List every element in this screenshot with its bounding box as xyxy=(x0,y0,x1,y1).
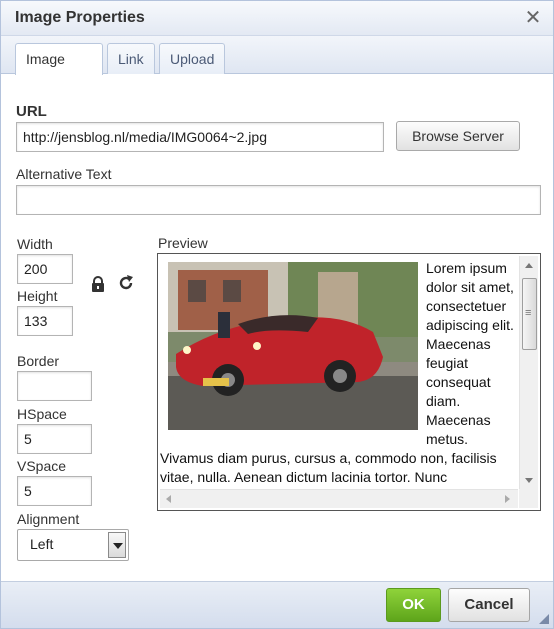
height-label: Height xyxy=(17,288,58,304)
image-properties-dialog: Image Properties ✕ Image Info Link Uploa… xyxy=(0,0,554,629)
lock-icon[interactable] xyxy=(89,275,107,293)
border-input[interactable] xyxy=(17,371,92,401)
url-input[interactable] xyxy=(16,122,384,152)
hspace-label: HSpace xyxy=(17,406,67,422)
vspace-input[interactable] xyxy=(17,476,92,506)
scroll-down-icon[interactable] xyxy=(525,478,533,483)
close-icon[interactable]: ✕ xyxy=(523,7,543,29)
alignment-select[interactable]: Left xyxy=(17,529,129,561)
scroll-left-icon[interactable] xyxy=(166,495,171,503)
width-input[interactable] xyxy=(17,254,73,284)
hspace-input[interactable] xyxy=(17,424,92,454)
tab-link[interactable]: Link xyxy=(107,43,155,74)
height-input[interactable] xyxy=(17,306,73,336)
preview-vertical-scrollbar[interactable] xyxy=(519,256,538,490)
tab-bar: Image Info Link Upload xyxy=(1,36,553,97)
alt-text-label: Alternative Text xyxy=(16,166,112,182)
preview-label: Preview xyxy=(158,235,208,251)
width-label: Width xyxy=(17,236,53,252)
dialog-footer: OK Cancel xyxy=(1,581,553,628)
dialog-titlebar[interactable]: Image Properties ✕ xyxy=(1,1,553,36)
tab-upload[interactable]: Upload xyxy=(159,43,225,74)
resize-handle-icon[interactable] xyxy=(539,614,549,624)
scroll-up-icon[interactable] xyxy=(525,263,533,268)
dialog-body: URL Browse Server Alternative Text Width… xyxy=(1,75,553,581)
tab-image-info[interactable]: Image Info xyxy=(15,43,103,97)
preview-pane: Lorem ipsum dolor sit amet, consectetuer… xyxy=(157,253,541,511)
ok-button[interactable]: OK xyxy=(386,588,441,622)
border-label: Border xyxy=(17,353,60,369)
cancel-button[interactable]: Cancel xyxy=(448,588,530,622)
preview-content: Lorem ipsum dolor sit amet, consectetuer… xyxy=(160,256,518,488)
scroll-thumb[interactable] xyxy=(522,278,537,350)
dialog-title: Image Properties xyxy=(15,9,145,26)
scroll-right-icon[interactable] xyxy=(505,495,510,503)
preview-image xyxy=(168,262,418,430)
chevron-down-icon[interactable] xyxy=(108,532,126,558)
alt-text-input[interactable] xyxy=(16,185,541,215)
reset-size-icon[interactable] xyxy=(117,274,135,292)
browse-server-button[interactable]: Browse Server xyxy=(396,121,520,151)
alignment-value: Left xyxy=(30,536,54,552)
preview-horizontal-scrollbar[interactable] xyxy=(160,489,518,508)
url-label: URL xyxy=(16,103,47,120)
vspace-label: VSpace xyxy=(17,458,67,474)
alignment-label: Alignment xyxy=(17,511,80,527)
scrollbar-corner xyxy=(519,489,538,508)
